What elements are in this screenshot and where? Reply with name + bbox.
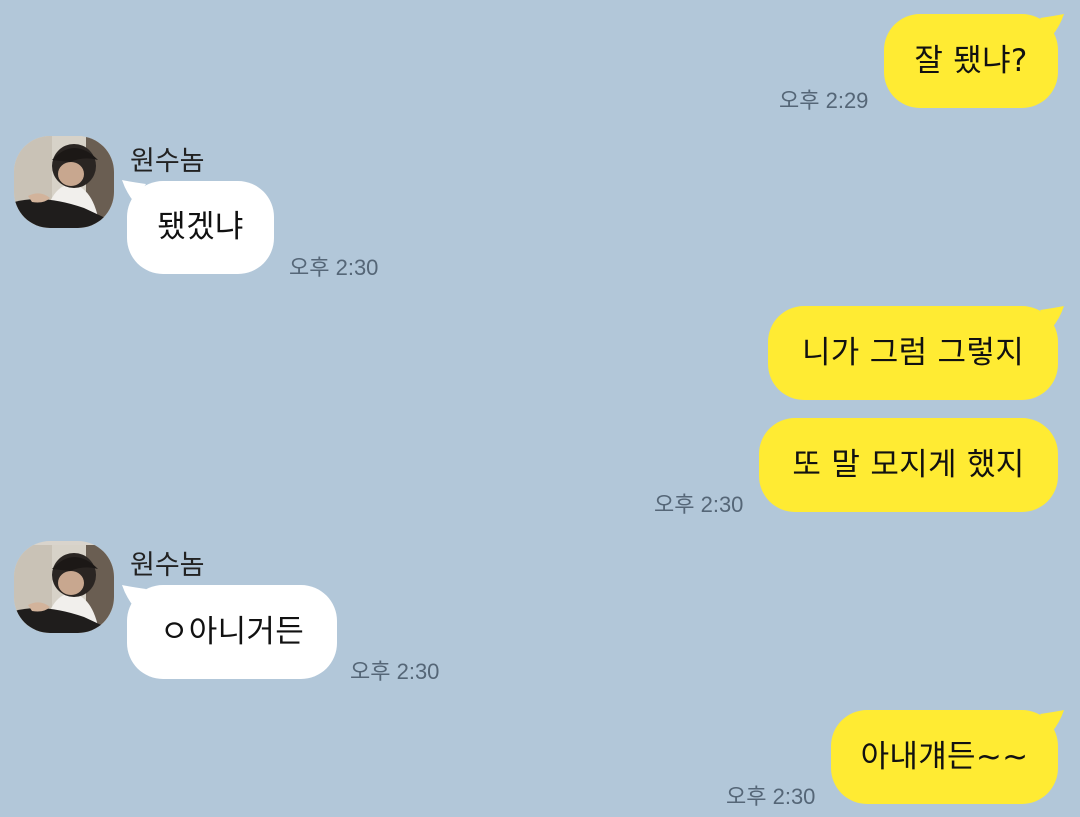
my-message-bubble[interactable]: 아내걔든~~ (831, 710, 1058, 804)
sender-avatar[interactable] (14, 136, 114, 228)
message-text: 또 말 모지게 했지 (792, 446, 1025, 483)
message-time: 오후 2:30 (726, 784, 816, 809)
their-message-bubble[interactable]: 됐겠냐 (127, 181, 274, 274)
message-text: 아내걔든~~ (860, 738, 1029, 775)
avatar-photo-icon (14, 545, 114, 633)
my-message-bubble[interactable]: 또 말 모지게 했지 (759, 418, 1058, 512)
message-time: 오후 2:30 (654, 492, 744, 517)
message-text: 니가 그럼 그렇지 (801, 334, 1025, 371)
avatar-photo-icon (14, 136, 114, 228)
message-time: 오후 2:30 (350, 659, 440, 684)
my-message-bubble[interactable]: 잘 됐냐? (884, 14, 1058, 108)
message-text: 됐겠냐 (157, 209, 244, 245)
chat-room: 잘 됐냐? 오후 2:29 원수놈 됐겠냐 오후 2:30 니가 그럼 그렇지 … (0, 0, 1080, 817)
message-text: ㅇ아니거든 (159, 613, 305, 650)
message-time: 오후 2:30 (289, 255, 379, 280)
sender-name: 원수놈 (130, 146, 205, 177)
sender-avatar[interactable] (14, 541, 114, 633)
message-text: 잘 됐냐? (914, 42, 1028, 79)
my-message-bubble[interactable]: 니가 그럼 그렇지 (768, 306, 1058, 400)
their-message-bubble[interactable]: ㅇ아니거든 (127, 585, 337, 679)
sender-name: 원수놈 (130, 550, 205, 581)
message-time: 오후 2:29 (779, 88, 869, 113)
